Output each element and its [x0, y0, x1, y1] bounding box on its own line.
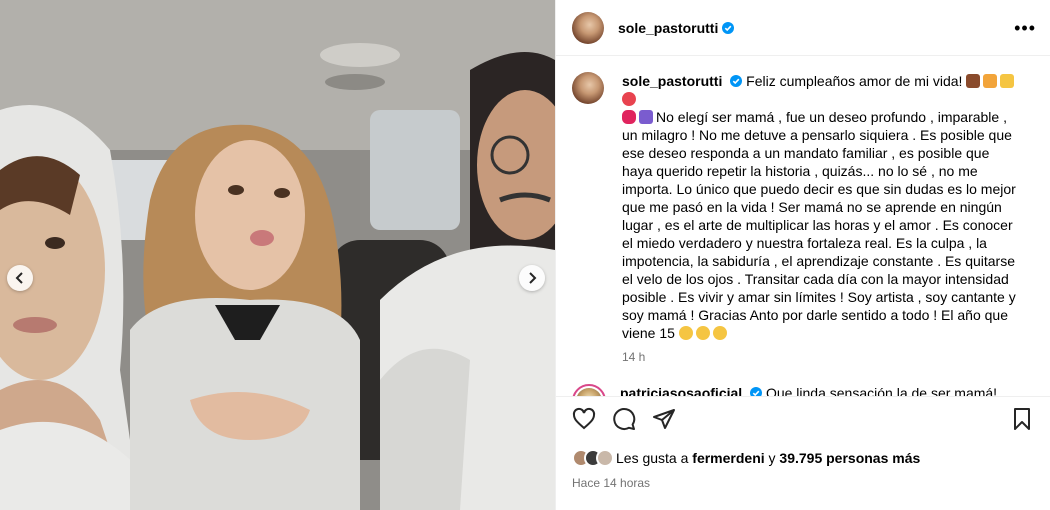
comments-section: sole_pastorutti Feliz cumpleaños amor de…	[556, 56, 1050, 396]
verified-badge-icon	[722, 21, 735, 34]
cake-emoji-icon	[966, 74, 981, 88]
commenter-avatar[interactable]	[572, 384, 606, 396]
caption-username[interactable]: sole_pastorutti	[622, 73, 722, 89]
music-notes-emoji-icon	[639, 110, 653, 124]
balloon-emoji-icon	[622, 92, 636, 106]
chevron-right-icon	[529, 272, 537, 284]
screaming-face-emoji-icon	[712, 326, 727, 340]
heart-icon	[572, 407, 596, 429]
caption-time[interactable]: 14 h	[622, 348, 1022, 366]
likes-user[interactable]: fermerdeni	[692, 450, 764, 466]
verified-badge-icon	[730, 75, 743, 87]
post-media[interactable]	[0, 0, 555, 510]
caption-greeting: Feliz cumpleaños amor de mi vida!	[746, 73, 963, 89]
likes-summary: Les gusta a fermerdeni y 39.795 personas…	[556, 440, 1050, 470]
comment-item: patriciasosaoficial Que linda sensación …	[572, 384, 1036, 396]
paper-plane-icon	[653, 408, 675, 429]
likes-count[interactable]: 39.795 personas más	[779, 450, 920, 466]
caption-author-avatar[interactable]	[572, 72, 604, 104]
caption-body: sole_pastorutti Feliz cumpleaños amor de…	[622, 72, 1022, 366]
gift-emoji-icon	[983, 74, 998, 88]
caption-text: No elegí ser mamá , fue un deseo profund…	[622, 109, 1016, 341]
likes-prefix: Les gusta a	[616, 450, 689, 466]
like-button[interactable]	[572, 407, 596, 431]
likes-middle: y	[768, 450, 776, 466]
post-timestamp[interactable]: Hace 14 horas	[556, 470, 1050, 490]
bookmark-icon	[1014, 407, 1030, 430]
post-photo	[0, 0, 555, 510]
save-button[interactable]	[1010, 407, 1034, 431]
commenter-username[interactable]: patriciasosaoficial	[620, 385, 742, 396]
heart-emoji-icon	[622, 110, 636, 124]
liker-avatars	[572, 449, 614, 467]
verified-badge-icon	[750, 387, 763, 396]
more-options-icon[interactable]: •••	[1014, 19, 1036, 37]
post-side-panel: sole_pastorutti ••• sole_pastorutti Feli…	[555, 0, 1050, 510]
screaming-face-emoji-icon	[695, 326, 710, 340]
post-actions	[556, 396, 1050, 440]
next-photo-button[interactable]	[519, 265, 545, 291]
comment-body: patriciasosaoficial Que linda sensación …	[620, 384, 1010, 396]
chevron-left-icon	[15, 272, 23, 284]
post-header: sole_pastorutti •••	[556, 0, 1050, 56]
liker-avatar[interactable]	[596, 449, 614, 467]
author-avatar[interactable]	[572, 11, 604, 44]
screaming-face-emoji-icon	[678, 326, 693, 340]
share-button[interactable]	[652, 407, 676, 431]
comment-button[interactable]	[612, 407, 636, 431]
party-popper-emoji-icon	[1000, 74, 1015, 88]
instagram-post-view: sole_pastorutti ••• sole_pastorutti Feli…	[0, 0, 1050, 510]
previous-photo-button[interactable]	[7, 265, 33, 291]
comment-bubble-icon	[613, 407, 636, 430]
author-username[interactable]: sole_pastorutti	[618, 20, 718, 36]
caption: sole_pastorutti Feliz cumpleaños amor de…	[572, 72, 1036, 366]
